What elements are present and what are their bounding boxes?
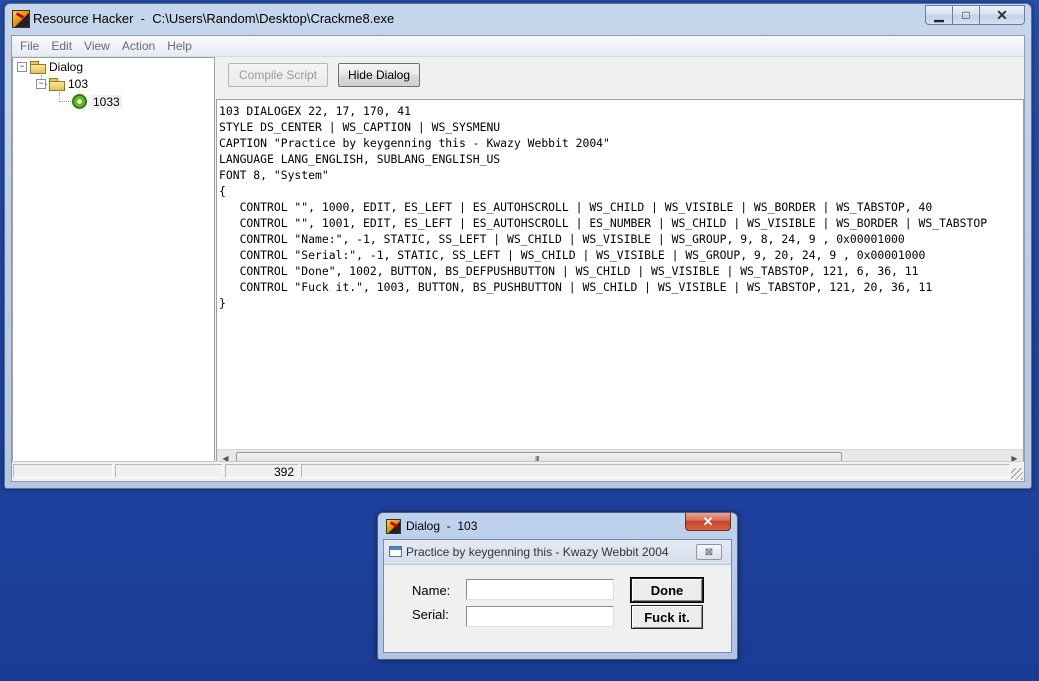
minimize-button[interactable]: ▁ [925, 5, 952, 25]
serial-label: Serial: [412, 607, 449, 622]
window-icon [389, 546, 402, 557]
resource-tree[interactable]: − Dialog − 103 1033 [12, 57, 215, 468]
fuck-it-button[interactable]: Fuck it. [631, 605, 703, 629]
resource-hacker-window: Resource Hacker - C:\Users\Random\Deskto… [4, 3, 1032, 489]
dialog-preview-window: Dialog - 103 ✕ Practice by keygenning th… [377, 512, 738, 660]
status-bar: 392 [12, 461, 1024, 481]
main-window-title: Resource Hacker - C:\Users\Random\Deskto… [33, 11, 394, 26]
menu-edit[interactable]: Edit [45, 39, 78, 53]
folder-icon [49, 77, 65, 91]
main-titlebar[interactable]: Resource Hacker - C:\Users\Random\Deskto… [5, 4, 1031, 34]
tree-item-dialog-label: Dialog [49, 59, 84, 74]
menu-help[interactable]: Help [161, 39, 198, 53]
status-panel-2 [115, 464, 223, 478]
main-client-area: File Edit View Action Help − Dialog − 10… [11, 35, 1025, 482]
dialog-close-button[interactable]: ✕ [685, 513, 731, 531]
menu-view[interactable]: View [78, 39, 116, 53]
tree-item-dialog[interactable]: − Dialog [17, 58, 83, 75]
dialog-body: Practice by keygenning this - Kwazy Webb… [383, 539, 732, 653]
script-text[interactable]: 103 DIALOGEX 22, 17, 170, 41 STYLE DS_CE… [219, 103, 987, 311]
tree-item-103[interactable]: − 103 [36, 75, 88, 92]
app-name: Resource Hacker [33, 11, 134, 26]
caption-close-icon[interactable]: ⊠ [696, 544, 722, 560]
tree-item-103-label: 103 [68, 76, 89, 91]
status-panel-4 [301, 464, 1010, 478]
resize-grip-icon[interactable] [1011, 468, 1023, 480]
hide-dialog-button[interactable]: Hide Dialog [338, 63, 420, 87]
folder-icon [30, 60, 46, 74]
resource-gear-icon [72, 94, 87, 109]
script-editor[interactable]: 103 DIALOGEX 22, 17, 170, 41 STYLE DS_CE… [216, 99, 1024, 468]
file-path: C:\Users\Random\Desktop\Crackme8.exe [152, 11, 395, 26]
name-input[interactable] [466, 579, 614, 600]
dialog-caption: Practice by keygenning this - Kwazy Webb… [406, 545, 669, 559]
name-label: Name: [412, 583, 451, 598]
close-button[interactable]: ✕ [979, 5, 1025, 25]
maximize-button[interactable]: □ [952, 5, 979, 25]
editor-pane: Compile Script Hide Dialog 103 DIALOGEX … [216, 57, 1024, 468]
title-separator: - [133, 11, 153, 26]
tree-item-1033-label: 1033 [91, 94, 122, 109]
window-controls: ▁ □ ✕ [925, 5, 1025, 25]
menu-file[interactable]: File [14, 39, 45, 53]
serial-input[interactable] [466, 606, 614, 627]
dialog-window-title: Dialog - 103 [406, 519, 478, 533]
tree-item-1033[interactable]: 1033 [72, 93, 122, 110]
status-panel-1 [13, 464, 113, 478]
collapse-icon[interactable]: − [36, 78, 46, 89]
menu-bar: File Edit View Action Help [12, 36, 1024, 57]
menu-action[interactable]: Action [116, 39, 161, 53]
collapse-icon[interactable]: − [17, 61, 27, 72]
app-icon[interactable] [12, 10, 30, 28]
status-position: 392 [225, 464, 299, 479]
app-icon[interactable] [386, 519, 401, 534]
compile-script-button[interactable]: Compile Script [228, 63, 328, 87]
done-button[interactable]: Done [630, 577, 704, 603]
dialog-caption-bar[interactable]: Practice by keygenning this - Kwazy Webb… [384, 540, 731, 565]
